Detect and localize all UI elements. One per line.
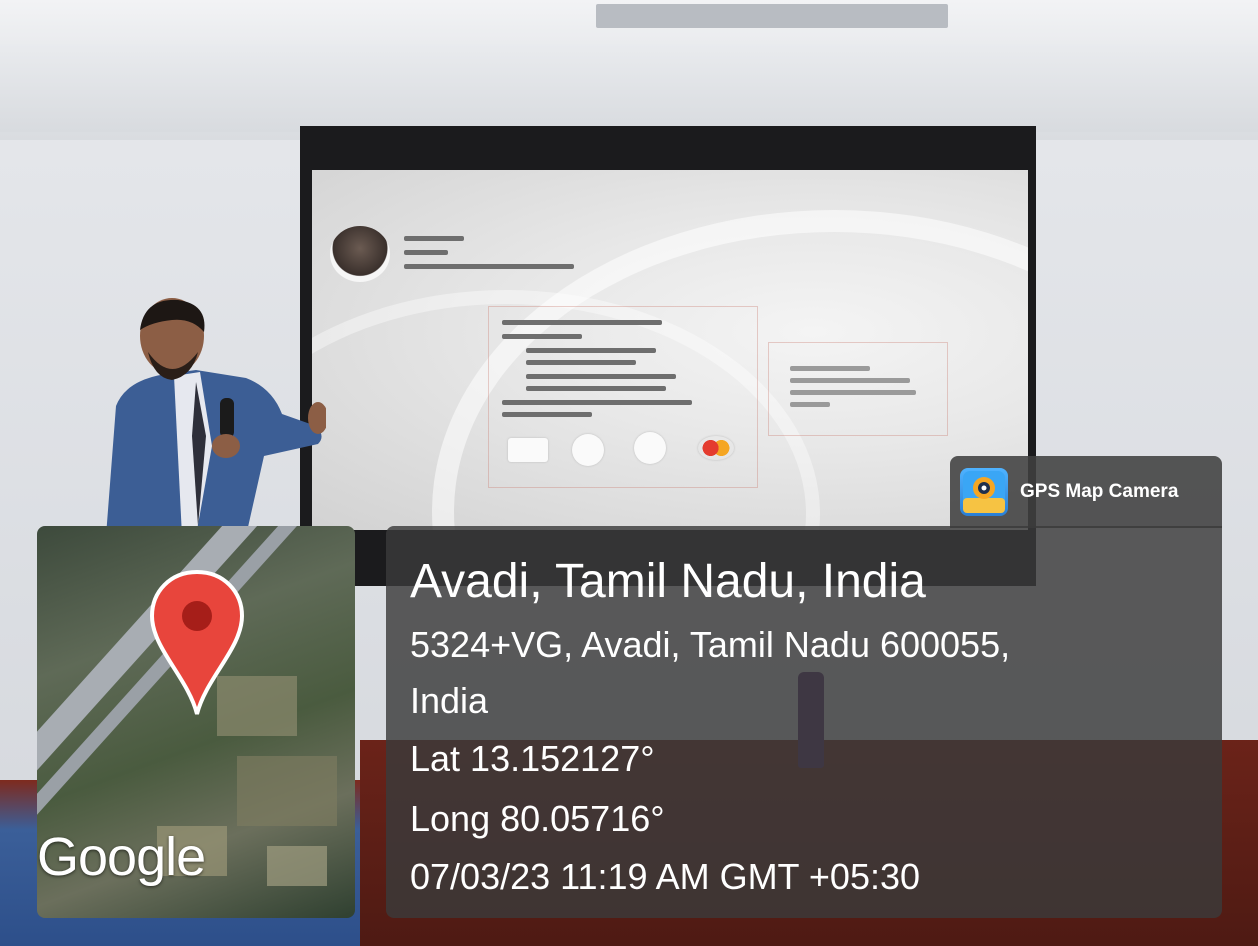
ceiling (0, 0, 1258, 140)
longitude: Long 80.05716° (410, 798, 665, 839)
slide-logo (508, 438, 548, 462)
slide-text-line (404, 264, 574, 269)
address-line-1: 5324+VG, Avadi, Tamil Nadu 600055, (410, 624, 1011, 665)
slide-text-line (790, 366, 870, 371)
slide-text-line (404, 236, 464, 241)
map-pin-icon (149, 569, 245, 715)
slide-text-line (404, 250, 448, 255)
presenter (106, 298, 326, 536)
slide-text-line (502, 320, 662, 325)
slide-text-line (526, 348, 656, 353)
slide-logo (698, 436, 734, 460)
ceiling-fixture (596, 4, 948, 28)
slide-text-line (526, 360, 636, 365)
ceiling-beam (0, 44, 1258, 132)
gps-map-camera-badge: GPS Map Camera (950, 456, 1222, 528)
slide-logo (572, 434, 604, 466)
projector-screen (312, 170, 1028, 530)
slide-text-line (790, 402, 830, 407)
slide-speaker-photo (330, 226, 390, 282)
map-field (267, 846, 327, 886)
slide-text-line (526, 374, 676, 379)
app-name: GPS Map Camera (1020, 481, 1179, 502)
latitude: Lat 13.152127° (410, 738, 655, 779)
slide-text-line (502, 334, 582, 339)
slide-text-line (502, 400, 692, 405)
slide-text-line (790, 390, 916, 395)
map-field (237, 756, 337, 826)
timestamp: 07/03/23 11:19 AM GMT +05:30 (410, 856, 921, 897)
slide-text-line (790, 378, 910, 383)
slide-text-line (526, 386, 666, 391)
slide-logo (634, 432, 666, 464)
slide-roles-box (768, 342, 948, 436)
slide-text-line (502, 412, 592, 417)
address-line-2: India (410, 680, 489, 721)
place-title: Avadi, Tamil Nadu, India (410, 555, 926, 608)
location-info-panel: Avadi, Tamil Nadu, India 5324+VG, Avadi,… (386, 526, 1222, 918)
google-logo: Google (37, 827, 206, 887)
gps-map-camera-icon (960, 468, 1008, 516)
